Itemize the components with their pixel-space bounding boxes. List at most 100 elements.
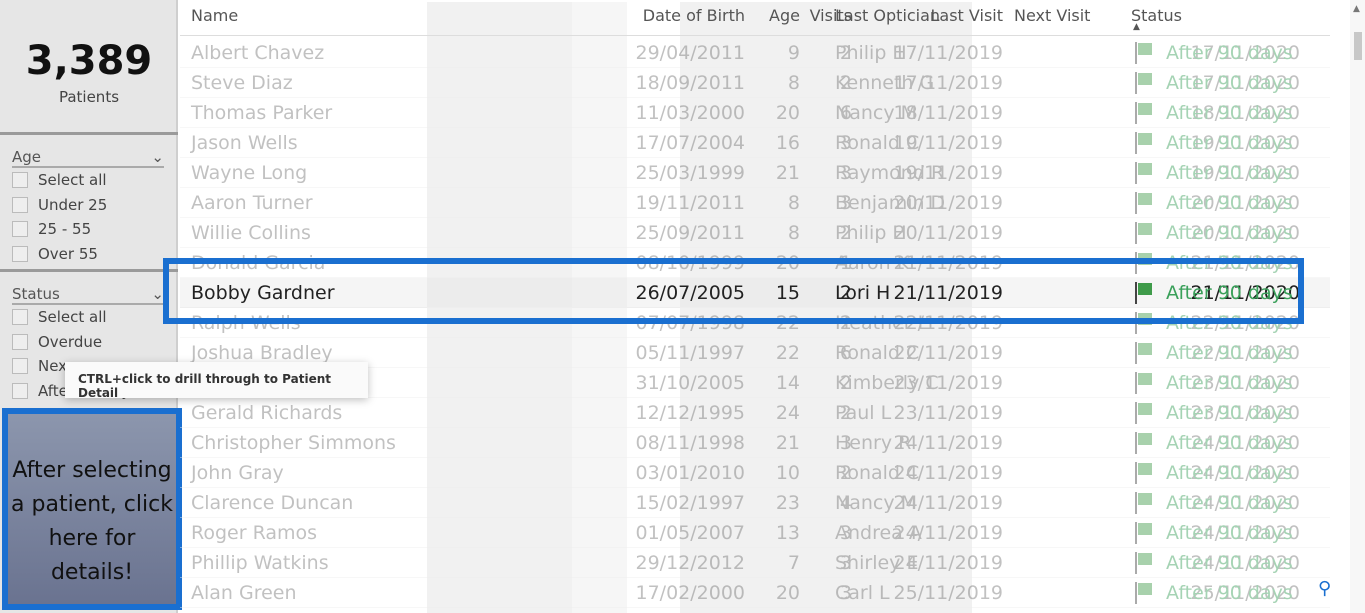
flag-icon xyxy=(1135,462,1155,484)
checkbox[interactable] xyxy=(12,382,28,399)
checkbox[interactable] xyxy=(12,196,28,213)
table-row[interactable]: Albert Chavez 29/04/2011 9 2 17/11/2019 Phili… xyxy=(180,38,1330,68)
checkbox[interactable] xyxy=(12,172,28,189)
checkbox[interactable] xyxy=(12,245,28,262)
status-slicer-header[interactable]: Status ⌄ xyxy=(12,285,164,305)
cell-name: Clarence Duncan xyxy=(191,492,354,514)
scroll-up-icon[interactable]: ▲ xyxy=(1353,4,1360,14)
cell-dob: 17/07/2004 xyxy=(635,132,745,154)
cell-age: 21 xyxy=(775,162,800,184)
flag-icon xyxy=(1135,492,1155,514)
status-option-label: Select all xyxy=(38,308,107,327)
status-option[interactable]: Overdue xyxy=(12,330,178,355)
age-option[interactable]: Select all xyxy=(12,168,178,193)
patient-count-card: 3,389 Patients xyxy=(0,0,178,135)
patient-count-label: Patients xyxy=(58,88,120,106)
cell-name: John Gray xyxy=(191,462,284,484)
cell-name: Thomas Parker xyxy=(191,102,333,124)
cell-name: Aaron Turner xyxy=(191,192,313,214)
status-slicer-title: Status xyxy=(12,285,60,303)
cell-name: Alan Green xyxy=(191,582,297,604)
scrollbar-thumb[interactable] xyxy=(1354,32,1362,60)
cell-status: After 90 days xyxy=(1166,222,1293,244)
cell-last-optician: Ronald C xyxy=(835,462,920,484)
table-row[interactable]: Christopher Simmons 08/11/1998 21 3 24/11/20… xyxy=(180,428,1330,458)
cell-status: After 90 days xyxy=(1166,582,1293,604)
cell-last-optician: Benjamin D xyxy=(835,192,946,214)
cell-age: 9 xyxy=(787,42,800,64)
table-row[interactable]: Phillip Watkins 29/12/2012 7 3 24/11/2019 Shi… xyxy=(180,548,1330,578)
age-option[interactable]: Under 25 xyxy=(12,193,178,218)
age-option[interactable]: Over 55 xyxy=(12,242,178,267)
age-option[interactable]: 25 - 55 xyxy=(12,217,178,242)
table-row[interactable]: Steve Diaz 18/09/2011 8 2 17/11/2019 Kenneth … xyxy=(180,68,1330,98)
table-row[interactable]: Roger Ramos 01/05/2007 13 3 24/11/2019 Andrea… xyxy=(180,518,1330,548)
cell-status: After 90 days xyxy=(1166,72,1293,94)
cell-dob: 01/05/2007 xyxy=(635,522,745,544)
checkbox[interactable] xyxy=(12,221,28,238)
cell-last-optician: Paul L xyxy=(835,402,892,424)
table-row[interactable]: Alan Green 17/02/2000 20 3 25/11/2019 Carl L2… xyxy=(180,578,1330,608)
cell-dob: 31/10/2005 xyxy=(635,372,745,394)
age-slicer-header[interactable]: Age ⌄ xyxy=(12,148,164,168)
table-row[interactable]: John Gray 03/01/2010 10 2 24/11/2019 Ronald C… xyxy=(180,458,1330,488)
flag-icon xyxy=(1135,162,1155,184)
cell-name: Willie Collins xyxy=(191,222,311,244)
header-name[interactable]: Name xyxy=(191,6,238,25)
vertical-scrollbar[interactable]: ▲ xyxy=(1350,0,1365,613)
flag-icon xyxy=(1135,522,1155,544)
cell-last-visit: 25/11/2019 xyxy=(893,582,1003,604)
header-age[interactable]: Age xyxy=(769,6,800,25)
cell-status: After 90 days xyxy=(1166,372,1293,394)
cell-status: After 90 days xyxy=(1166,402,1293,424)
age-option-label: Over 55 xyxy=(38,244,98,263)
checkbox[interactable] xyxy=(12,333,28,350)
checkbox[interactable] xyxy=(12,358,28,375)
status-option-label: Overdue xyxy=(38,332,103,351)
cell-dob: 03/01/2010 xyxy=(635,462,745,484)
status-option[interactable]: Select all xyxy=(12,305,178,330)
cell-status: After 90 days xyxy=(1166,192,1293,214)
cell-name: Gerald Richards xyxy=(191,402,343,424)
table-row[interactable]: Aaron Turner 19/11/2011 8 3 20/11/2019 Benjam… xyxy=(180,188,1330,218)
cell-name: Christopher Simmons xyxy=(191,432,396,454)
cell-last-visit: 17/11/2019 xyxy=(893,42,1003,64)
table-row[interactable]: Willie Collins 25/09/2011 8 2 20/11/2019 Phil… xyxy=(180,218,1330,248)
cell-age: 14 xyxy=(775,372,800,394)
app-logo-icon: ⚲ xyxy=(1318,578,1332,599)
cell-last-optician: Shirley E xyxy=(835,552,919,574)
table-row[interactable]: Wayne Long 25/03/1999 21 3 19/11/2019 Raymond… xyxy=(180,158,1330,188)
table-row[interactable]: Gerald Richards 12/12/1995 24 2 23/11/2019 Pa… xyxy=(180,398,1330,428)
cell-name: Phillip Watkins xyxy=(191,552,329,574)
cell-status: After 90 days xyxy=(1166,342,1293,364)
cell-age: 8 xyxy=(787,192,800,214)
cell-last-optician: Kimberly C xyxy=(835,372,939,394)
flag-icon xyxy=(1135,372,1155,394)
header-next-visit[interactable]: Next Visit xyxy=(1014,6,1090,25)
flag-icon xyxy=(1135,342,1155,364)
table-row[interactable]: Clarence Duncan 15/02/1997 23 4 24/11/2019 Na… xyxy=(180,488,1330,518)
cell-dob: 18/09/2011 xyxy=(635,72,745,94)
chevron-down-icon[interactable]: ⌄ xyxy=(151,148,164,166)
checkbox[interactable] xyxy=(12,309,28,326)
cell-status: After 90 days xyxy=(1166,162,1293,184)
cell-dob: 15/02/1997 xyxy=(635,492,745,514)
table-row[interactable]: Jason Wells 17/07/2004 16 3 19/11/2019 Ronald… xyxy=(180,128,1330,158)
status-option-label: Nex xyxy=(38,357,68,376)
selected-row-highlight xyxy=(163,258,1304,324)
cell-status: After 90 days xyxy=(1166,492,1293,514)
age-option-label: Under 25 xyxy=(38,195,108,214)
flag-icon xyxy=(1135,42,1155,64)
cell-age: 20 xyxy=(775,102,800,124)
table-header: Name Date of Birth Age Visits Last Visit… xyxy=(180,0,1330,36)
cell-last-optician: Raymond R xyxy=(835,162,945,184)
table-row[interactable]: Thomas Parker 11/03/2000 20 6 18/11/2019 Nanc… xyxy=(180,98,1330,128)
header-dob[interactable]: Date of Birth xyxy=(643,6,745,25)
header-last-optician[interactable]: Last Optician xyxy=(835,6,940,25)
sort-ascending-icon: ▲ xyxy=(1133,22,1140,32)
patient-details-button[interactable]: After selecting a patient, click here fo… xyxy=(2,408,182,610)
cell-age: 23 xyxy=(775,492,800,514)
cell-last-optician: Philip H xyxy=(835,42,907,64)
header-last-visit[interactable]: Last Visit xyxy=(930,6,1003,25)
cell-name: Albert Chavez xyxy=(191,42,325,64)
